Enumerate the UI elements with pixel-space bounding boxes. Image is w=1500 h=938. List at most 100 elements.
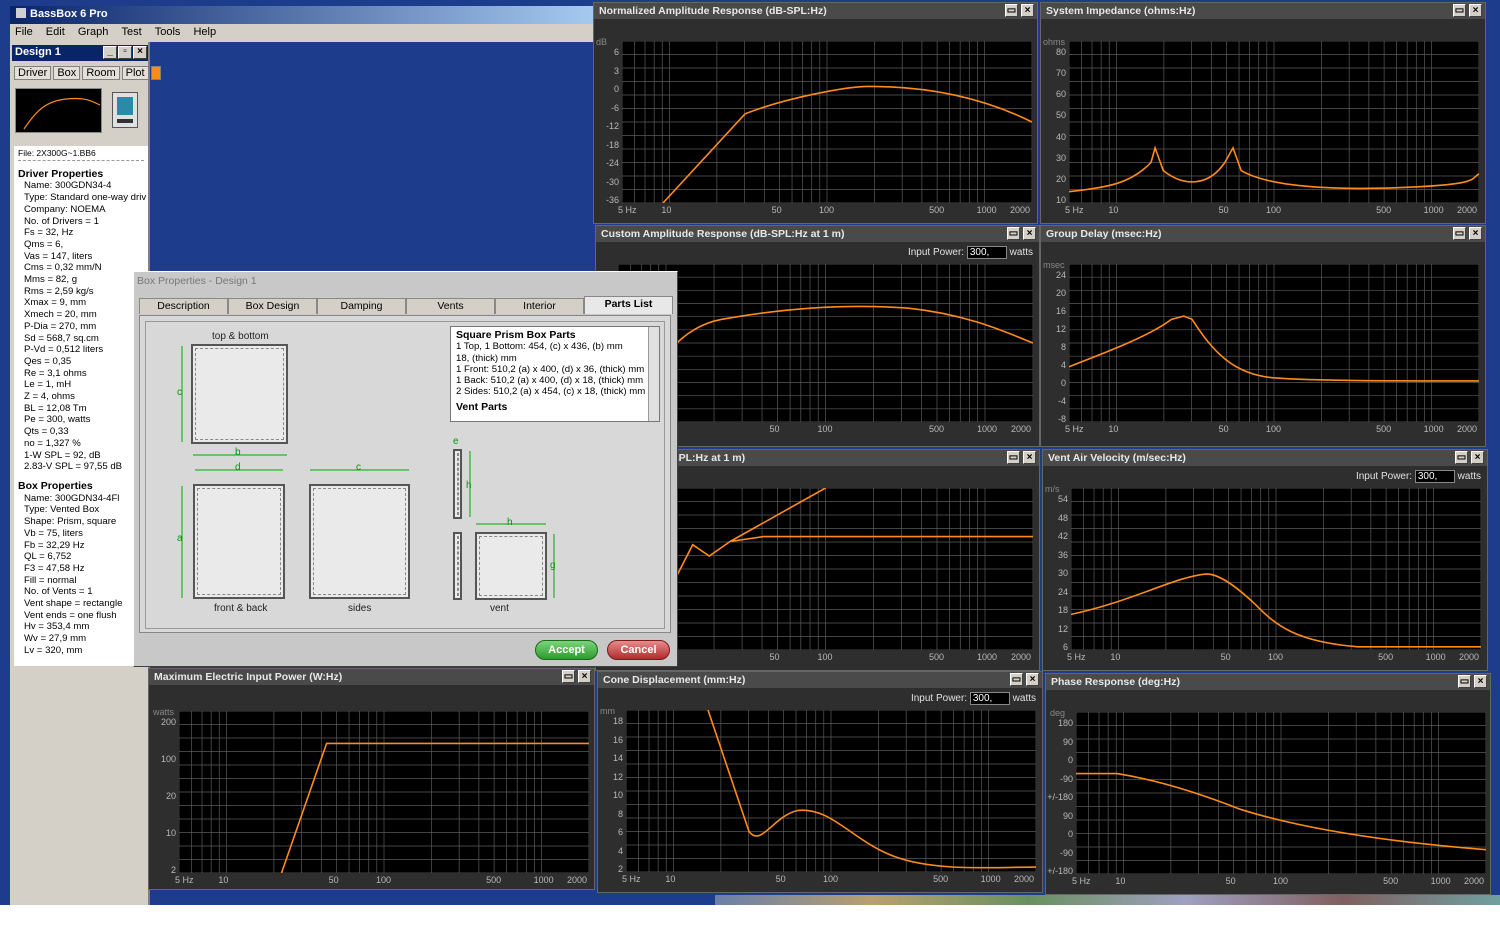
minimize-icon[interactable]: ▭ <box>1453 4 1466 17</box>
x-tick-label: 2000 <box>1464 876 1485 886</box>
parts-list[interactable]: Square Prism Box Parts 1 Top, 1 Bottom: … <box>450 326 660 422</box>
x-tick-label: 2000 <box>1011 652 1032 662</box>
minimize-icon[interactable]: ▭ <box>1007 451 1020 464</box>
x-tick-label: 500 <box>1378 652 1394 662</box>
dim-c-label: c <box>177 387 182 398</box>
y-tick-label: 42 <box>1057 531 1068 541</box>
dim-h2-label: h <box>507 517 513 528</box>
minimize-icon[interactable]: ▭ <box>1455 451 1468 464</box>
response-curve <box>662 85 1033 204</box>
y-tick-label: 90 <box>1062 736 1073 747</box>
y-tick-label: 0 <box>1067 829 1073 839</box>
close-icon[interactable]: × <box>1026 673 1039 686</box>
input-power-control: Input Power: 300, watts <box>1356 470 1481 483</box>
input-power-field[interactable]: 300, <box>966 246 1007 259</box>
y-tick-label: 100 <box>160 754 176 764</box>
minimize-icon[interactable]: ▭ <box>1007 227 1020 240</box>
max-power-graph <box>178 710 590 874</box>
y-tick-label: 12 <box>612 771 623 782</box>
close-icon[interactable]: × <box>1023 451 1036 464</box>
input-power-field[interactable]: 300, <box>969 692 1010 705</box>
close-icon[interactable]: × <box>1469 4 1482 17</box>
parts-line: 1 Front: 510,2 (a) x 400, (d) x 36, (thi… <box>456 363 645 375</box>
close-icon[interactable]: × <box>1471 451 1484 464</box>
y-tick-label: 6 <box>617 827 623 837</box>
y-unit-label: m/s <box>1045 484 1060 494</box>
minimize-icon[interactable]: ▭ <box>1453 227 1466 240</box>
response-curve <box>707 709 1037 869</box>
y-tick-label: 0 <box>1060 378 1066 388</box>
cone-disp-titlebar: Cone Displacement (mm:Hz) ▭ × <box>598 672 1042 688</box>
x-tick-label: 100 <box>1266 424 1282 434</box>
x-tick-label: 2000 <box>1011 424 1032 434</box>
parts-scrollbar[interactable] <box>648 327 659 421</box>
x-tick-label: 1000 <box>976 205 997 215</box>
x-tick-label: 1000 <box>1423 205 1444 215</box>
x-tick-label: 500 <box>929 205 945 215</box>
y-tick-label: +/-180 <box>1047 866 1073 876</box>
y-tick-label: 2 <box>170 865 176 875</box>
minimize-icon[interactable]: ▭ <box>1005 4 1018 17</box>
dim-h-label: h <box>466 480 472 491</box>
group-delay-plot[interactable] <box>1068 263 1480 423</box>
x-tick-label: 500 <box>1376 205 1392 215</box>
minimize-icon[interactable]: ▭ <box>1458 675 1471 688</box>
minimize-icon[interactable]: ▭ <box>1010 673 1023 686</box>
accept-button[interactable]: Accept <box>535 640 598 660</box>
x-tick-label: 1000 <box>976 652 998 662</box>
x-tick-label: 2000 <box>1010 205 1031 215</box>
y-tick-label: 180 <box>1057 718 1073 728</box>
x-tick-label: 50 <box>1218 205 1229 215</box>
y-tick-label: 60 <box>1055 89 1066 100</box>
max-power-plot[interactable] <box>178 710 590 874</box>
minimize-icon[interactable]: ▭ <box>562 670 575 683</box>
input-power-field[interactable]: 300, <box>1414 470 1455 483</box>
vent-velocity-plot[interactable] <box>1070 487 1482 651</box>
x-tick-label: 1000 <box>976 424 998 434</box>
impedance-graph <box>1068 40 1480 204</box>
y-unit-label: ohms <box>1043 37 1066 47</box>
x-tick-label: 5 Hz <box>1065 424 1084 434</box>
input-power-control: Input Power: 300, watts <box>908 246 1033 259</box>
close-icon[interactable]: × <box>1021 4 1034 17</box>
x-tick-label: 10 <box>1110 652 1121 662</box>
vent-velocity-titlebar: Vent Air Velocity (m/sec:Hz) ▭ × <box>1043 450 1487 466</box>
x-tick-label: 500 <box>486 875 502 885</box>
panel-title: Maximum Electric Input Power (W:Hz) <box>154 671 343 683</box>
x-tick-label: 100 <box>817 652 833 662</box>
max-power-titlebar: Maximum Electric Input Power (W:Hz) ▭ × <box>149 669 594 685</box>
cancel-button[interactable]: Cancel <box>607 640 670 660</box>
x-tick-label: 1000 <box>533 875 554 885</box>
x-tick-label: 50 <box>769 424 780 434</box>
close-icon[interactable]: × <box>578 670 591 683</box>
cone-disp-graph <box>625 709 1037 873</box>
y-tick-label: 0 <box>1067 755 1073 765</box>
group-delay-panel: Group Delay (msec:Hz) ▭ × msec 24 20 16 12 8 4 0 -4… <box>1040 225 1486 447</box>
close-icon[interactable]: × <box>1469 227 1482 240</box>
x-tick-label: 2000 <box>567 875 588 885</box>
y-tick-label: 20 <box>1055 173 1066 184</box>
impedance-titlebar: System Impedance (ohms:Hz) ▭ × <box>1041 3 1485 19</box>
x-tick-label: 2000 <box>1457 424 1478 434</box>
phase-plot[interactable] <box>1075 711 1487 875</box>
x-tick-label: 50 <box>775 874 786 884</box>
x-tick-label: 100 <box>817 424 833 434</box>
y-tick-label: 18 <box>1057 605 1068 615</box>
dimension-lines <box>181 346 555 598</box>
close-icon[interactable]: × <box>1023 227 1036 240</box>
impedance-panel: System Impedance (ohms:Hz) ▭ × ohms 80 70 60 50… <box>1040 2 1486 224</box>
impedance-plot[interactable] <box>1068 40 1480 204</box>
x-tick-label: 5 Hz <box>1065 205 1084 215</box>
close-icon[interactable]: × <box>1474 675 1487 688</box>
parts-heading: Square Prism Box Parts <box>456 329 576 341</box>
parts-line: 18, (thick) mm <box>456 352 517 364</box>
x-tick-label: 5 Hz <box>622 874 641 884</box>
x-tick-label: 2000 <box>1014 874 1035 884</box>
dim-g-label: g <box>550 560 556 571</box>
dim-d-label: d <box>235 462 241 473</box>
y-tick-label: 20 <box>1055 288 1066 298</box>
y-tick-label: 30 <box>1057 568 1068 578</box>
cone-disp-plot[interactable] <box>625 709 1037 873</box>
parts-line: 1 Top, 1 Bottom: 454, (c) x 436, (b) mm <box>456 341 623 353</box>
y-tick-label: 54 <box>1057 494 1068 504</box>
